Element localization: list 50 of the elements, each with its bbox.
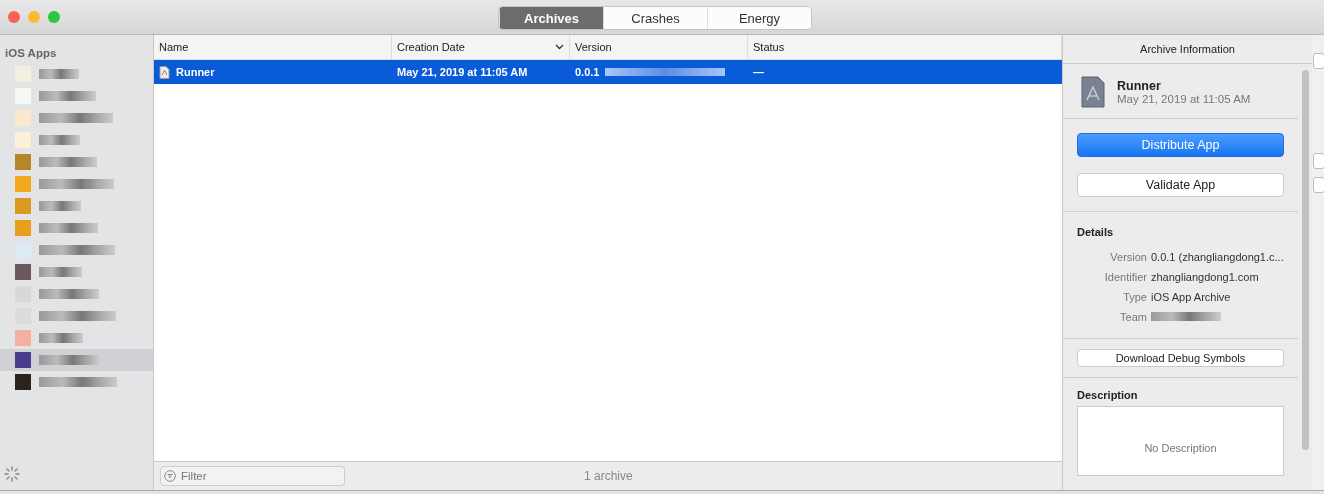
archive-icon <box>1081 76 1105 108</box>
tab[interactable]: Energy <box>707 7 811 29</box>
archive-count: 1 archive <box>584 469 633 483</box>
table-cell: 0.0.1 <box>575 66 600 78</box>
validate-button[interactable]: Validate App <box>1077 173 1284 197</box>
filter-icon <box>164 470 176 482</box>
redacted-text <box>39 355 100 365</box>
zoom-button[interactable] <box>48 11 60 23</box>
download-symbols-button[interactable]: Download Debug Symbols <box>1077 349 1284 367</box>
stepper-icon <box>1313 177 1324 193</box>
redacted-text <box>39 267 82 277</box>
section-heading: Description <box>1077 389 1138 401</box>
document-icon <box>159 65 170 79</box>
column-header[interactable]: Version <box>570 35 748 59</box>
table-cell: Runner <box>176 66 215 78</box>
close-button[interactable] <box>8 11 20 23</box>
distribute-button[interactable]: Distribute App <box>1077 133 1284 157</box>
filter-field[interactable]: Filter <box>160 466 345 486</box>
archive-date: May 21, 2019 at 11:05 AM <box>1117 93 1251 105</box>
spinner-icon <box>4 466 20 482</box>
redacted-text <box>39 289 99 299</box>
detail-label: Team <box>1119 310 1147 323</box>
redacted-text <box>39 333 83 343</box>
redacted-text <box>39 157 97 167</box>
tab[interactable]: Archives <box>499 7 603 29</box>
detail-label: Version <box>1109 250 1147 263</box>
column-header[interactable]: Name <box>154 35 392 59</box>
redacted-text <box>39 91 96 101</box>
stepper-icon <box>1313 153 1324 169</box>
redacted-text <box>39 201 81 211</box>
description-field[interactable]: No Description <box>1077 406 1284 476</box>
chevron-icon <box>555 44 564 50</box>
detail-value: iOS App Archive <box>1151 290 1231 303</box>
detail-label: Identifier <box>1103 270 1147 283</box>
archive-name: Runner <box>1117 79 1162 93</box>
detail-value: 0.0.1 (zhangliangdong1.c... <box>1151 250 1284 263</box>
detail-value: zhangliangdong1.com <box>1151 270 1259 283</box>
redacted-text <box>39 135 80 145</box>
detail-label: Type <box>1122 290 1147 303</box>
redacted-text <box>39 69 79 79</box>
section-heading: Details <box>1077 226 1115 238</box>
redacted-text <box>39 223 98 233</box>
scrollbar[interactable] <box>1302 70 1309 450</box>
table-cell-text: — <box>752 66 765 78</box>
table-row[interactable]: Runner May 21, 2019 at 11:05 AM 0.0.1 — <box>154 60 1062 84</box>
table-cell-text: May 21, 2019 at 11:05 AM <box>396 66 529 78</box>
sidebar-heading: iOS Apps <box>4 47 58 61</box>
sidebar-item[interactable] <box>0 349 153 371</box>
column-header[interactable]: Creation Date <box>392 35 570 59</box>
stepper-icon <box>1313 53 1324 69</box>
